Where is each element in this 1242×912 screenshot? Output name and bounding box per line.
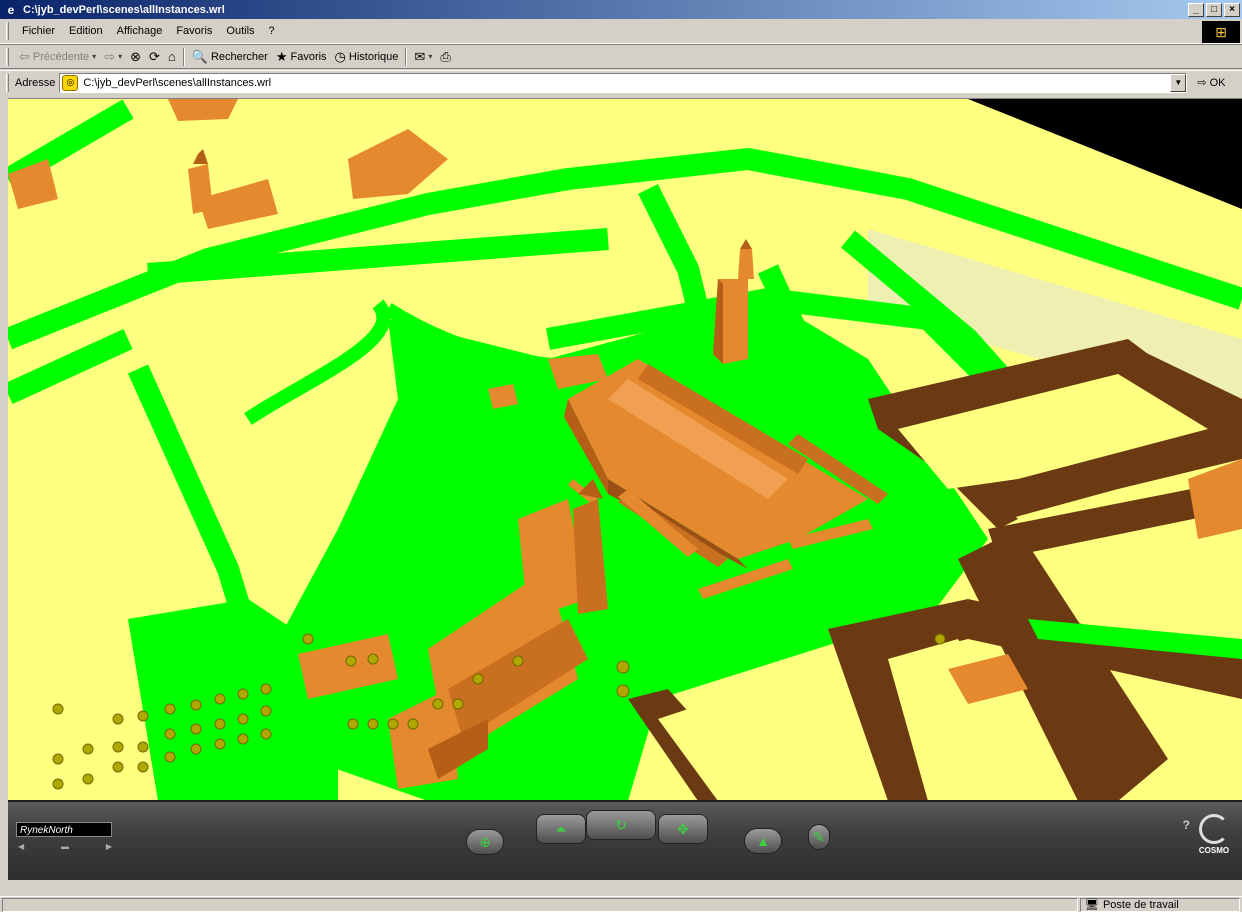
menu-edition[interactable]: Edition xyxy=(62,23,110,39)
refresh-button[interactable]: ⟳ xyxy=(145,49,164,64)
stop-button[interactable]: ⊗ xyxy=(126,49,145,64)
rotate-button[interactable]: ↻ xyxy=(586,810,656,840)
address-input[interactable]: ◎ C:\jyb_devPerl\scenes\allInstances.wrl… xyxy=(59,72,1188,93)
address-dropdown-icon[interactable]: ▼ xyxy=(1170,73,1187,92)
dropdown-arrow-icon[interactable]: ▾ xyxy=(428,52,432,61)
go-button[interactable]: ⇨ OK xyxy=(1197,76,1226,90)
standard-toolbar: ⇦ Précédente ▾ ⇨ ▾ ⊗ ⟳ ⌂ 🔍 Rechercher ★ … xyxy=(0,45,1242,69)
home-button[interactable]: ⌂ xyxy=(164,49,180,64)
favorites-icon: ★ xyxy=(275,49,288,64)
viewpoint-list-icon[interactable]: ▬ xyxy=(61,842,69,852)
toolbar-grip[interactable] xyxy=(6,73,9,92)
maximize-button[interactable]: □ xyxy=(1206,2,1222,17)
search-icon: 🔍 xyxy=(191,49,208,64)
help-icon[interactable]: ? xyxy=(1183,818,1190,832)
mail-button[interactable]: ✉ ▾ xyxy=(410,49,436,64)
rotate-icon: ↻ xyxy=(615,816,627,833)
address-bar: Adresse ◎ C:\jyb_devPerl\scenes\allInsta… xyxy=(0,70,1242,94)
address-label: Adresse xyxy=(15,76,56,89)
cosmo-logo: COSMO xyxy=(1192,814,1236,862)
history-icon: ◷ xyxy=(334,49,346,64)
status-bar: 🖥 Poste de travail xyxy=(0,896,1242,912)
minimize-button[interactable]: _ xyxy=(1188,2,1204,17)
menu-bar: Fichier Edition Affichage Favoris Outils… xyxy=(0,19,1242,44)
menu-help[interactable]: ? xyxy=(262,23,282,39)
dropdown-arrow-icon[interactable]: ▾ xyxy=(118,52,122,61)
go-button-nav[interactable]: ⏶ xyxy=(536,814,586,844)
address-value: C:\jyb_devPerl\scenes\allInstances.wrl xyxy=(83,76,272,89)
menu-outils[interactable]: Outils xyxy=(219,23,261,39)
home-icon: ⌂ xyxy=(167,49,176,64)
history-label: Historique xyxy=(348,50,399,63)
back-label: Précédente xyxy=(32,50,90,63)
forward-arrow-icon: ⇨ xyxy=(104,49,116,64)
forward-button[interactable]: ⇨ ▾ xyxy=(100,49,126,64)
vrml-file-icon: ◎ xyxy=(62,74,79,91)
window-title-bar[interactable]: e C:\jyb_devPerl\scenes\allInstances.wrl… xyxy=(0,0,1242,19)
search-label: Rechercher xyxy=(210,50,268,63)
tilt-icon: ▲ xyxy=(756,833,770,849)
back-arrow-icon: ⇦ xyxy=(19,49,30,64)
seek-icon: ⊕ xyxy=(479,833,491,850)
ie-icon: e xyxy=(7,2,15,17)
zone-label: Poste de travail xyxy=(1102,898,1179,911)
viewpoint-name-display[interactable]: RynekNorth xyxy=(16,822,112,837)
top-building xyxy=(168,99,238,121)
window-title: C:\jyb_devPerl\scenes\allInstances.wrl xyxy=(23,3,225,16)
seek-button[interactable]: ⊕ xyxy=(466,829,504,855)
menu-fichier[interactable]: Fichier xyxy=(15,23,62,39)
toolbar-grip[interactable] xyxy=(6,22,9,40)
refresh-icon: ⟳ xyxy=(149,49,160,64)
walk-icon: ⏶ xyxy=(555,820,567,837)
close-button[interactable]: × xyxy=(1224,2,1240,17)
toolbar-grip[interactable] xyxy=(6,47,9,66)
toolbar-separator xyxy=(182,47,185,66)
vrml-3d-viewport[interactable] xyxy=(8,98,1242,800)
print-button[interactable]: ⎙ xyxy=(436,49,454,64)
straighten-button[interactable]: ✎ xyxy=(808,824,830,850)
windows-logo-icon: ⊞ xyxy=(1202,21,1240,43)
print-icon: ⎙ xyxy=(440,49,451,64)
next-viewpoint-icon[interactable]: ▶ xyxy=(106,842,112,852)
go-label: OK xyxy=(1209,76,1226,89)
back-button[interactable]: ⇦ Précédente ▾ xyxy=(15,49,100,64)
slide-button[interactable]: ✥ xyxy=(658,814,708,844)
stop-icon: ⊗ xyxy=(130,49,142,64)
straighten-icon: ✎ xyxy=(813,828,825,845)
toolbar-separator xyxy=(405,47,408,66)
cosmo-swirl-icon xyxy=(1199,814,1229,844)
cosmo-player-dashboard: RynekNorth ◀ ▬ ▶ ⊕ ⏶ ↻ ✥ ▲ ✎ ? COSMO xyxy=(8,800,1242,880)
mail-icon: ✉ xyxy=(414,49,426,64)
search-button[interactable]: 🔍 Rechercher xyxy=(188,49,272,64)
menu-favoris[interactable]: Favoris xyxy=(169,23,219,39)
tilt-button[interactable]: ▲ xyxy=(744,828,782,854)
go-arrow-icon: ⇨ xyxy=(1197,77,1207,89)
cosmo-brand-label: COSMO xyxy=(1198,846,1230,855)
status-message xyxy=(2,897,1078,912)
computer-icon: 🖥 xyxy=(1085,899,1099,911)
pan-icon: ✥ xyxy=(677,820,689,837)
dropdown-arrow-icon[interactable]: ▾ xyxy=(92,52,96,61)
favorites-button[interactable]: ★ Favoris xyxy=(272,49,331,64)
favorites-label: Favoris xyxy=(290,50,327,63)
history-button[interactable]: ◷ Historique xyxy=(331,49,403,64)
viewpoint-navigator[interactable]: ◀ ▬ ▶ xyxy=(18,842,112,852)
menu-affichage[interactable]: Affichage xyxy=(110,23,170,39)
previous-viewpoint-icon[interactable]: ◀ xyxy=(18,842,24,852)
security-zone: 🖥 Poste de travail xyxy=(1080,897,1240,912)
